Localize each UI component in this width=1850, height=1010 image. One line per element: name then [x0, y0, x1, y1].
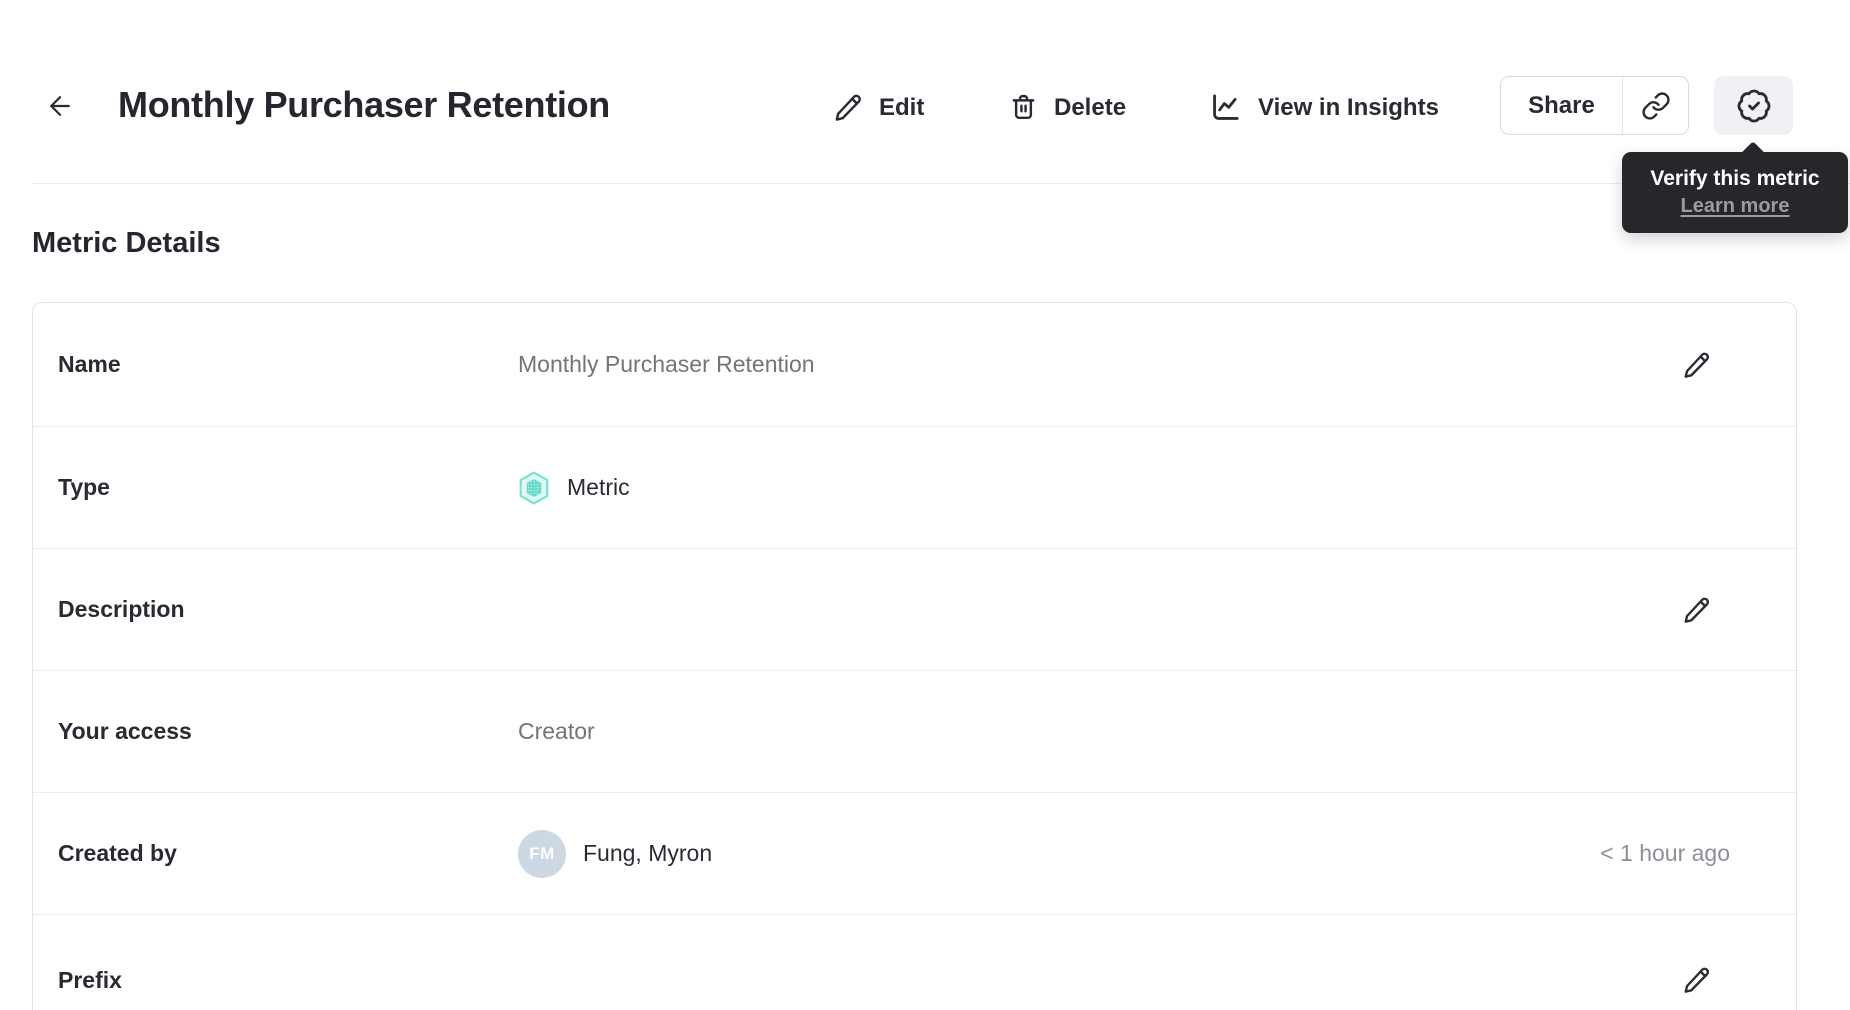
table-row-created-by: Created by FM Fung, Myron < 1 hour ago — [33, 793, 1796, 915]
header-divider — [32, 183, 1850, 184]
pencil-icon — [1684, 352, 1709, 378]
delete-button[interactable]: Delete — [1008, 86, 1126, 128]
tooltip-title: Verify this metric — [1650, 167, 1820, 190]
edit-label: Edit — [879, 93, 925, 121]
metric-details-page: Monthly Purchaser Retention Edit Delete … — [0, 0, 1850, 1010]
row-label-created-by: Created by — [58, 840, 177, 866]
row-value-type: Metric — [518, 471, 1712, 505]
section-heading: Metric Details — [32, 227, 221, 259]
row-label-type: Type — [58, 474, 110, 500]
table-row-description: Description — [33, 549, 1796, 671]
page-title: Monthly Purchaser Retention — [118, 84, 610, 125]
table-row-type: Type Metric — [33, 427, 1796, 549]
edit-name-button[interactable] — [1682, 350, 1712, 380]
share-button-group: Share — [1500, 76, 1689, 135]
arrow-left-icon — [50, 96, 70, 116]
pencil-icon — [1684, 597, 1709, 623]
metric-details-card: Name Monthly Purchaser Retention Type Me… — [32, 302, 1797, 1010]
edit-description-button[interactable] — [1682, 595, 1712, 625]
created-timestamp: < 1 hour ago — [1600, 840, 1730, 866]
row-value-your-access: Creator — [518, 718, 595, 744]
table-row-name: Name Monthly Purchaser Retention — [33, 303, 1796, 427]
verify-metric-button[interactable] — [1714, 76, 1793, 135]
view-in-insights-button[interactable]: View in Insights — [1208, 86, 1439, 128]
edit-button[interactable]: Edit — [833, 86, 924, 128]
table-row-prefix: Prefix — [33, 915, 1796, 1010]
row-label-your-access: Your access — [58, 718, 192, 744]
pencil-icon — [1684, 967, 1709, 993]
edit-prefix-button[interactable] — [1682, 965, 1712, 995]
link-icon — [1641, 91, 1670, 120]
type-value-label: Metric — [567, 474, 630, 500]
verified-badge-icon — [1737, 89, 1770, 122]
learn-more-link[interactable]: Learn more — [1681, 195, 1790, 218]
avatar: FM — [518, 829, 566, 878]
pencil-icon — [835, 94, 861, 121]
metric-hexagon-icon — [519, 471, 549, 504]
created-by-name: Fung, Myron — [583, 840, 713, 866]
row-value-created-by: FM Fung, Myron — [518, 829, 1600, 878]
row-label-prefix: Prefix — [58, 966, 122, 993]
share-button[interactable]: Share — [1501, 77, 1622, 134]
row-value-name: Monthly Purchaser Retention — [518, 351, 815, 377]
row-label-description: Description — [58, 596, 185, 622]
back-button[interactable] — [44, 90, 76, 122]
table-row-your-access: Your access Creator — [33, 671, 1796, 793]
trash-icon — [1012, 94, 1035, 119]
line-chart-icon — [1213, 93, 1239, 120]
verify-metric-tooltip: Verify this metric Learn more — [1622, 152, 1848, 233]
copy-link-button[interactable] — [1622, 77, 1688, 134]
view-in-insights-label: View in Insights — [1258, 93, 1439, 121]
row-label-name: Name — [58, 351, 121, 377]
delete-label: Delete — [1054, 93, 1127, 121]
